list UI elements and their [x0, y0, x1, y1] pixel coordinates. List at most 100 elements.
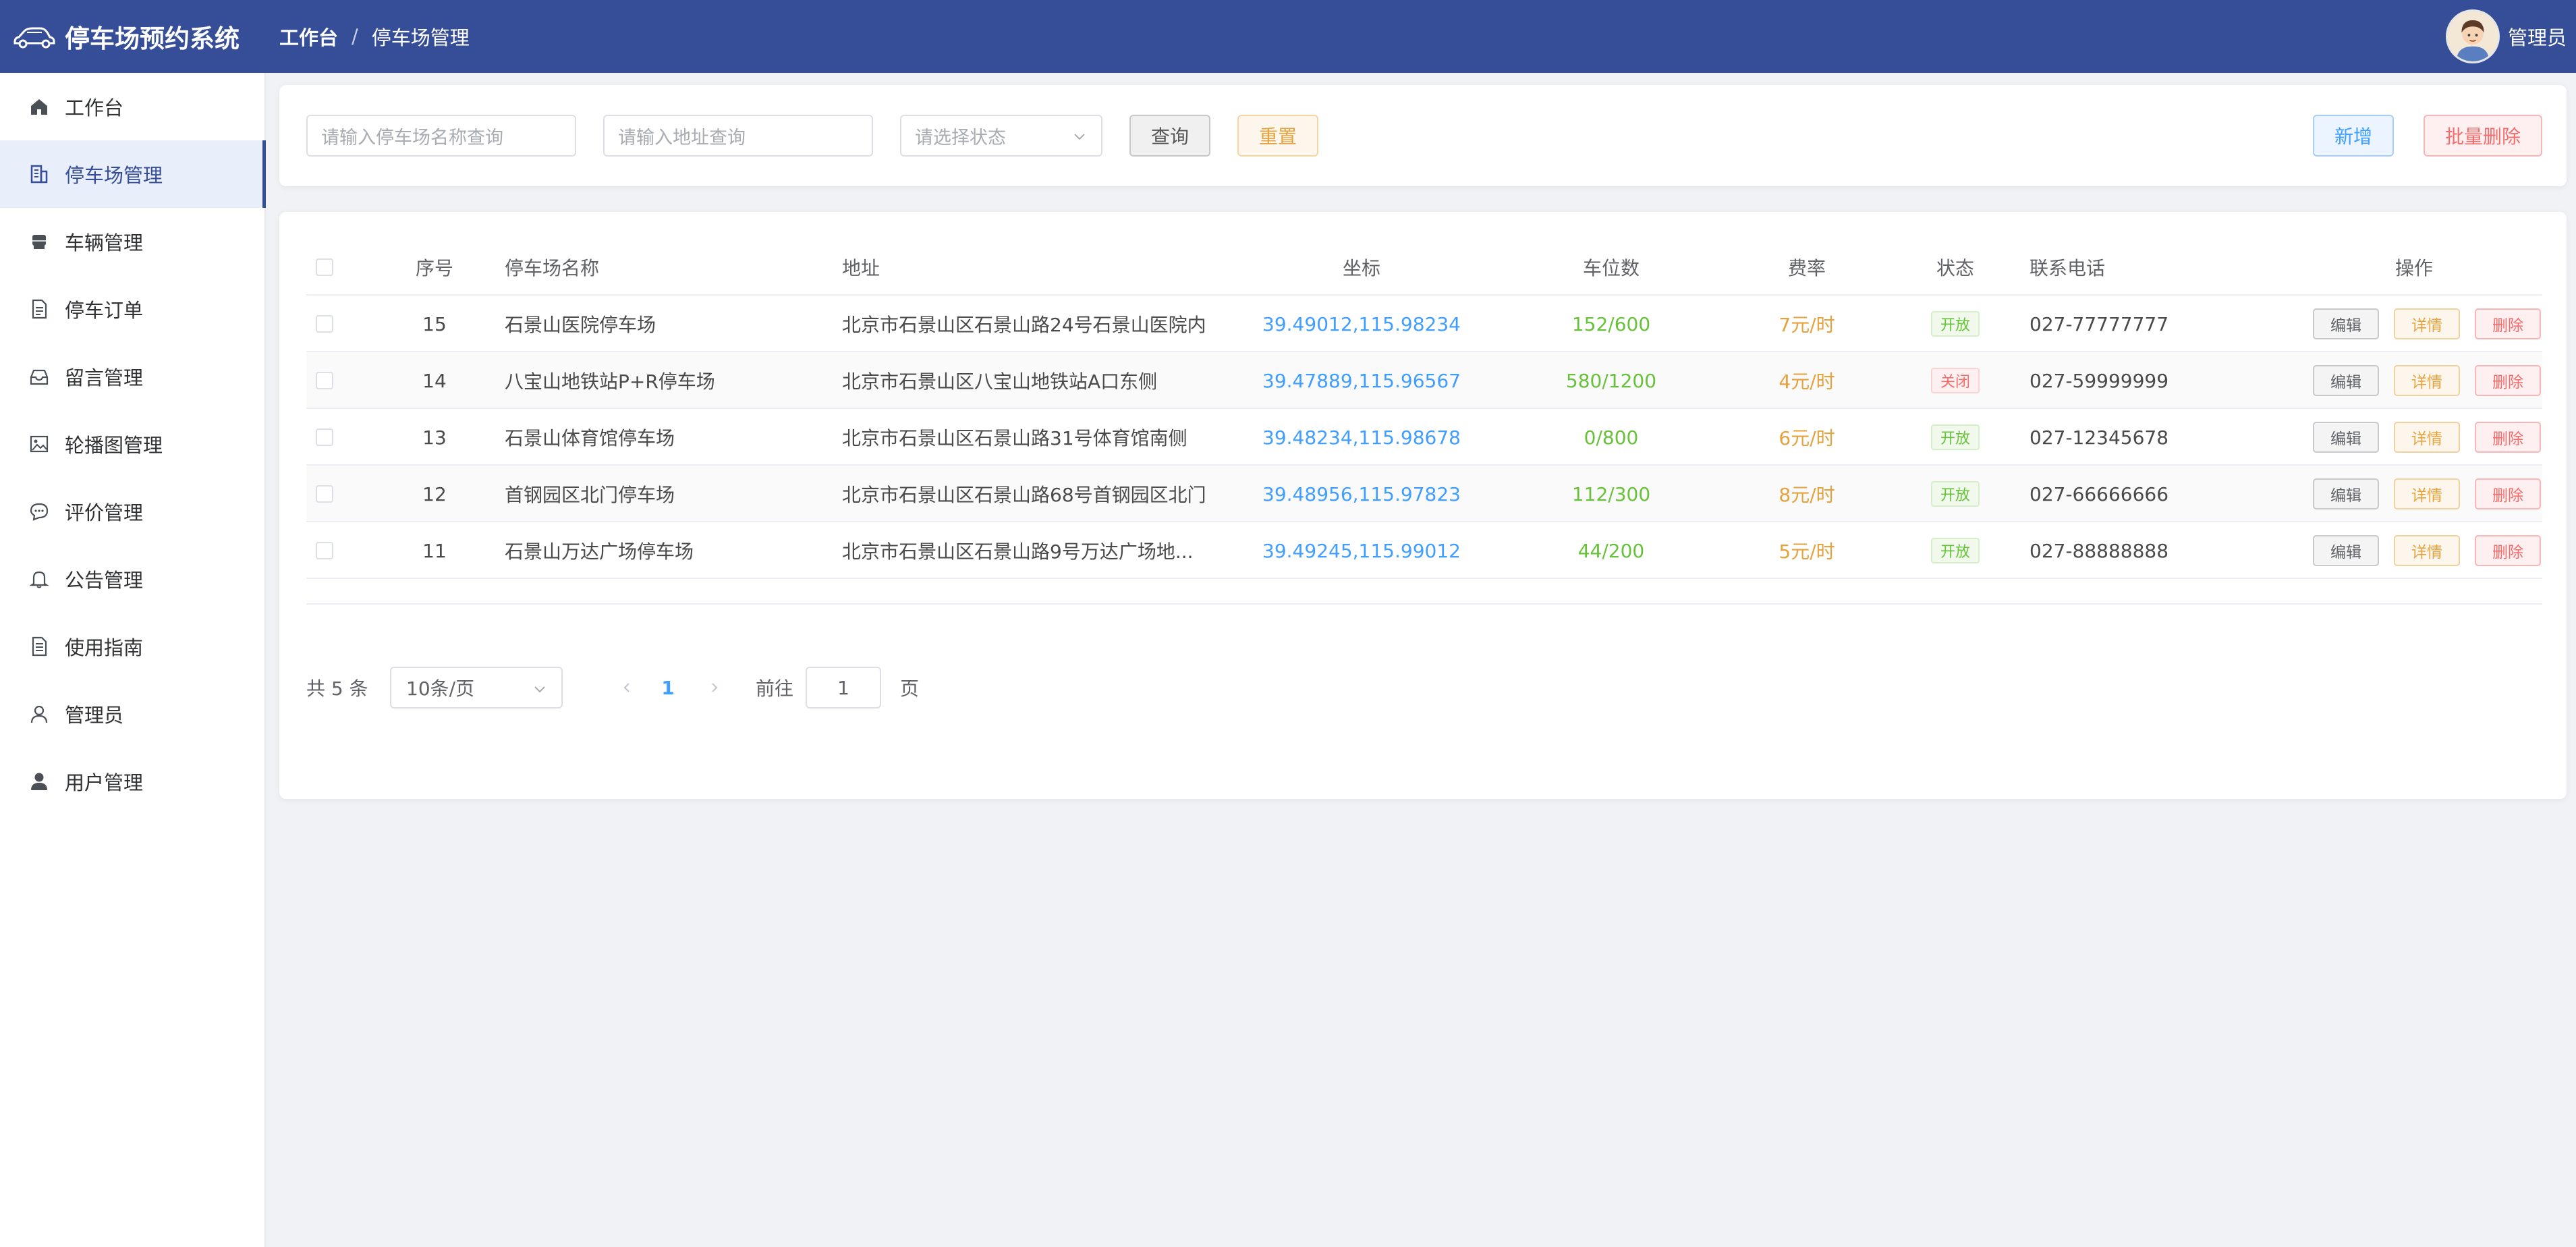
chevron-down-icon	[1074, 134, 1085, 140]
status-badge: 开放	[1930, 481, 1980, 507]
detail-button[interactable]: 详情	[2394, 535, 2460, 566]
sidebar-item-label: 使用指南	[65, 636, 144, 659]
edit-button[interactable]: 编辑	[2313, 478, 2379, 509]
page-size-value: 10条/页	[406, 677, 475, 700]
inbox-icon	[28, 366, 50, 387]
cell-index: 14	[422, 369, 447, 392]
breadcrumb-separator: /	[352, 25, 358, 48]
cell-coord: 39.49245,115.99012	[1262, 539, 1461, 562]
sidebar-item-users[interactable]: 用户管理	[0, 748, 264, 815]
prev-page-button[interactable]	[617, 667, 637, 709]
delete-button[interactable]: 删除	[2475, 365, 2541, 396]
chat-icon	[28, 501, 50, 522]
select-all-checkbox[interactable]	[316, 258, 333, 276]
cell-index: 15	[422, 312, 447, 335]
car-logo-icon	[13, 27, 55, 49]
cell-coord: 39.48234,115.98678	[1262, 426, 1461, 449]
sidebar-item-orders[interactable]: 停车订单	[0, 275, 264, 343]
status-badge: 开放	[1930, 424, 1980, 450]
sidebar-item-label: 停车订单	[65, 299, 144, 322]
status-select[interactable]: 请选择状态	[900, 115, 1102, 157]
next-page-button[interactable]	[704, 667, 725, 709]
sidebar-item-vehicles[interactable]: 车辆管理	[0, 208, 264, 275]
header-actions: 操作	[2395, 257, 2433, 279]
sidebar-item-workbench[interactable]: 工作台	[0, 73, 264, 140]
avatar[interactable]	[2445, 9, 2500, 63]
table-row: 11 石景山万达广场停车场 北京市石景山区石景山路9号万达广场地... 39.4…	[306, 522, 2542, 579]
cell-actions: 编辑 详情 删除	[2313, 352, 2542, 409]
parking-name-search-input[interactable]: 请输入停车场名称查询	[306, 115, 576, 157]
user-name[interactable]: 管理员	[2508, 22, 2567, 51]
breadcrumb-item-current: 停车场管理	[371, 26, 470, 49]
row-checkbox[interactable]	[316, 372, 333, 389]
sidebar-item-parking-lots[interactable]: 停车场管理	[0, 140, 266, 208]
edit-button[interactable]: 编辑	[2313, 535, 2379, 566]
delete-button[interactable]: 删除	[2475, 308, 2541, 339]
sidebar-item-reviews[interactable]: 评价管理	[0, 478, 264, 545]
cell-coord: 39.48956,115.97823	[1262, 482, 1461, 505]
sidebar-item-announcements[interactable]: 公告管理	[0, 545, 264, 613]
batch-delete-button[interactable]: 批量删除	[2424, 115, 2542, 157]
row-select-cell	[306, 466, 343, 522]
sidebar-item-label: 轮播图管理	[65, 434, 163, 457]
cell-phone: 027-12345678	[2029, 426, 2169, 449]
guide-icon	[28, 636, 50, 657]
sidebar-item-admins[interactable]: 管理员	[0, 680, 264, 748]
row-checkbox[interactable]	[316, 542, 333, 559]
sidebar-item-carousel[interactable]: 轮播图管理	[0, 410, 264, 478]
cell-index: 13	[422, 426, 447, 449]
user-menu[interactable]: 管理员	[2445, 0, 2567, 73]
goto-page-input[interactable]: 1	[806, 667, 881, 709]
sidebar-item-messages[interactable]: 留言管理	[0, 343, 264, 410]
cell-index: 11	[422, 539, 447, 562]
select-all-cell	[306, 239, 343, 296]
cell-spaces: 580/1200	[1565, 369, 1657, 392]
cell-address: 北京市石景山区石景山路31号体育馆南侧	[842, 427, 1187, 449]
status-badge: 开放	[1930, 311, 1980, 337]
add-button[interactable]: 新增	[2313, 115, 2394, 157]
row-checkbox[interactable]	[316, 428, 333, 446]
cell-rate: 7元/时	[1779, 314, 1835, 336]
breadcrumb: 工作台 / 停车场管理	[279, 22, 470, 51]
table-header-row: 序号 停车场名称 地址 坐标 车位数 费率 状态 联系电话 操作	[306, 239, 2542, 296]
status-select-placeholder: 请选择状态	[915, 127, 1006, 148]
detail-button[interactable]: 详情	[2394, 308, 2460, 339]
sidebar-item-guide[interactable]: 使用指南	[0, 613, 264, 680]
chevron-down-icon	[534, 686, 545, 693]
delete-button[interactable]: 删除	[2475, 535, 2541, 566]
user-filled-icon	[28, 771, 50, 792]
cell-spaces: 152/600	[1571, 312, 1651, 335]
sidebar: 工作台 停车场管理 车辆管理 停车订单 留言管理 轮播图管理 评价管理 公告管理…	[0, 73, 266, 1247]
edit-button[interactable]: 编辑	[2313, 308, 2379, 339]
delete-button[interactable]: 删除	[2475, 478, 2541, 509]
detail-button[interactable]: 详情	[2394, 365, 2460, 396]
cell-spaces: 44/200	[1577, 539, 1645, 562]
table-row: 13 石景山体育馆停车场 北京市石景山区石景山路31号体育馆南侧 39.4823…	[306, 409, 2542, 466]
edit-button[interactable]: 编辑	[2313, 422, 2379, 453]
detail-button[interactable]: 详情	[2394, 422, 2460, 453]
delete-button[interactable]: 删除	[2475, 422, 2541, 453]
detail-button[interactable]: 详情	[2394, 478, 2460, 509]
cell-phone: 027-77777777	[2029, 312, 2169, 335]
query-button[interactable]: 查询	[1129, 115, 1210, 157]
app-logo: 停车场预约系统	[0, 18, 266, 55]
picture-icon	[28, 433, 50, 455]
page-number-current[interactable]: 1	[654, 667, 681, 709]
reset-button[interactable]: 重置	[1237, 115, 1318, 157]
page-size-select[interactable]: 10条/页	[390, 667, 563, 709]
row-select-cell	[306, 409, 343, 466]
total-count: 共 5 条	[306, 677, 368, 700]
cell-status: 开放	[1888, 409, 2023, 466]
sidebar-item-label: 管理员	[65, 704, 124, 727]
avatar-icon	[2447, 11, 2498, 61]
cell-actions: 编辑 详情 删除	[2313, 296, 2542, 352]
row-checkbox[interactable]	[316, 315, 333, 333]
cell-address: 北京市石景山区八宝山地铁站A口东侧	[842, 370, 1158, 393]
row-checkbox[interactable]	[316, 485, 333, 503]
table-divider	[306, 603, 2542, 605]
edit-button[interactable]: 编辑	[2313, 365, 2379, 396]
address-search-input[interactable]: 请输入地址查询	[603, 115, 873, 157]
breadcrumb-item-workbench[interactable]: 工作台	[279, 22, 338, 51]
cell-address: 北京市石景山区石景山路68号首钢园区北门	[842, 484, 1206, 506]
page-suffix: 页	[900, 677, 920, 700]
